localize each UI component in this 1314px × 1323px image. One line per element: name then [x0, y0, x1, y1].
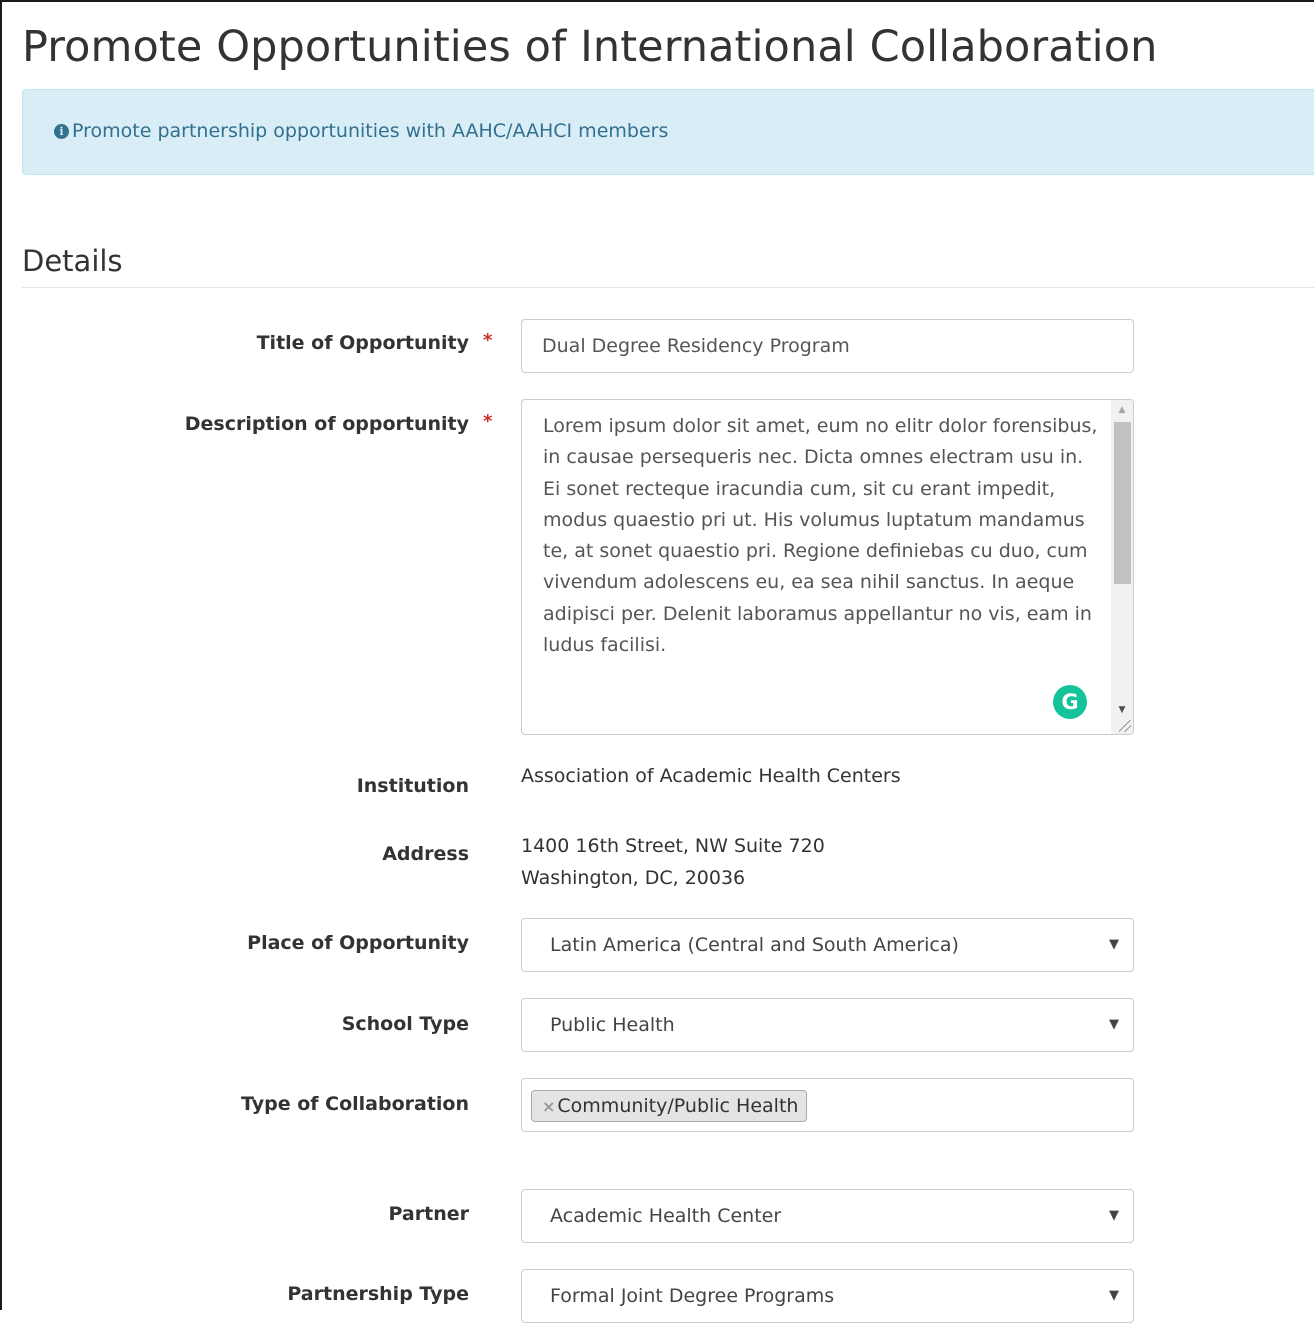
scroll-up-icon[interactable]: ▲ [1111, 400, 1133, 420]
description-required-mark: * [483, 411, 493, 432]
school-type-select[interactable]: Public Health ▼ [521, 998, 1134, 1052]
title-required-mark: * [483, 330, 493, 351]
collaboration-label: Type of Collaboration [241, 1093, 469, 1115]
partnership-type-select[interactable]: Formal Joint Degree Programs ▼ [521, 1269, 1134, 1323]
address-label: Address [382, 843, 469, 865]
description-label: Description of opportunity [184, 413, 469, 435]
collaboration-multiselect[interactable]: × Community/Public Health [521, 1078, 1134, 1132]
place-label: Place of Opportunity [247, 932, 469, 954]
collaboration-tag-label: Community/Public Health [557, 1095, 799, 1117]
scrollbar-thumb[interactable] [1114, 422, 1131, 584]
description-scrollbar[interactable]: ▲ ▼ [1111, 400, 1133, 734]
scroll-down-icon[interactable]: ▼ [1111, 700, 1133, 720]
title-label: Title of Opportunity [256, 332, 469, 354]
grammarly-icon[interactable]: G [1053, 685, 1087, 719]
page-title: Promote Opportunities of International C… [22, 22, 1158, 72]
resize-grip-icon[interactable] [1119, 720, 1131, 732]
partner-selected-value: Academic Health Center [550, 1205, 782, 1227]
institution-label: Institution [356, 775, 469, 797]
place-select[interactable]: Latin America (Central and South America… [521, 918, 1134, 972]
alert-text: Promote partnership opportunities with A… [72, 120, 669, 142]
partner-label: Partner [388, 1203, 469, 1225]
school-type-selected-value: Public Health [550, 1014, 675, 1036]
partnership-type-label: Partnership Type [287, 1283, 469, 1305]
title-input[interactable]: Dual Degree Residency Program [521, 319, 1134, 373]
chevron-down-icon: ▼ [1109, 1288, 1119, 1303]
school-type-label: School Type [341, 1013, 469, 1035]
chevron-down-icon: ▼ [1109, 1017, 1119, 1032]
address-line-1: 1400 16th Street, NW Suite 720 [521, 835, 825, 857]
close-icon[interactable]: × [542, 1097, 555, 1116]
partnership-type-selected-value: Formal Joint Degree Programs [550, 1285, 835, 1307]
section-heading-details: Details [22, 244, 123, 278]
chevron-down-icon: ▼ [1109, 1208, 1119, 1223]
info-circle-icon: i [54, 124, 69, 139]
address-line-2: Washington, DC, 20036 [521, 867, 746, 889]
place-selected-value: Latin America (Central and South America… [550, 934, 959, 956]
chevron-down-icon: ▼ [1109, 937, 1119, 952]
section-divider [22, 287, 1314, 288]
partner-select[interactable]: Academic Health Center ▼ [521, 1189, 1134, 1243]
description-textarea[interactable]: Lorem ipsum dolor sit amet, eum no elitr… [521, 399, 1134, 735]
collaboration-tag: × Community/Public Health [531, 1090, 808, 1122]
description-text[interactable]: Lorem ipsum dolor sit amet, eum no elitr… [543, 411, 1103, 661]
info-alert: i Promote partnership opportunities with … [22, 89, 1314, 175]
institution-value: Association of Academic Health Centers [521, 765, 901, 787]
